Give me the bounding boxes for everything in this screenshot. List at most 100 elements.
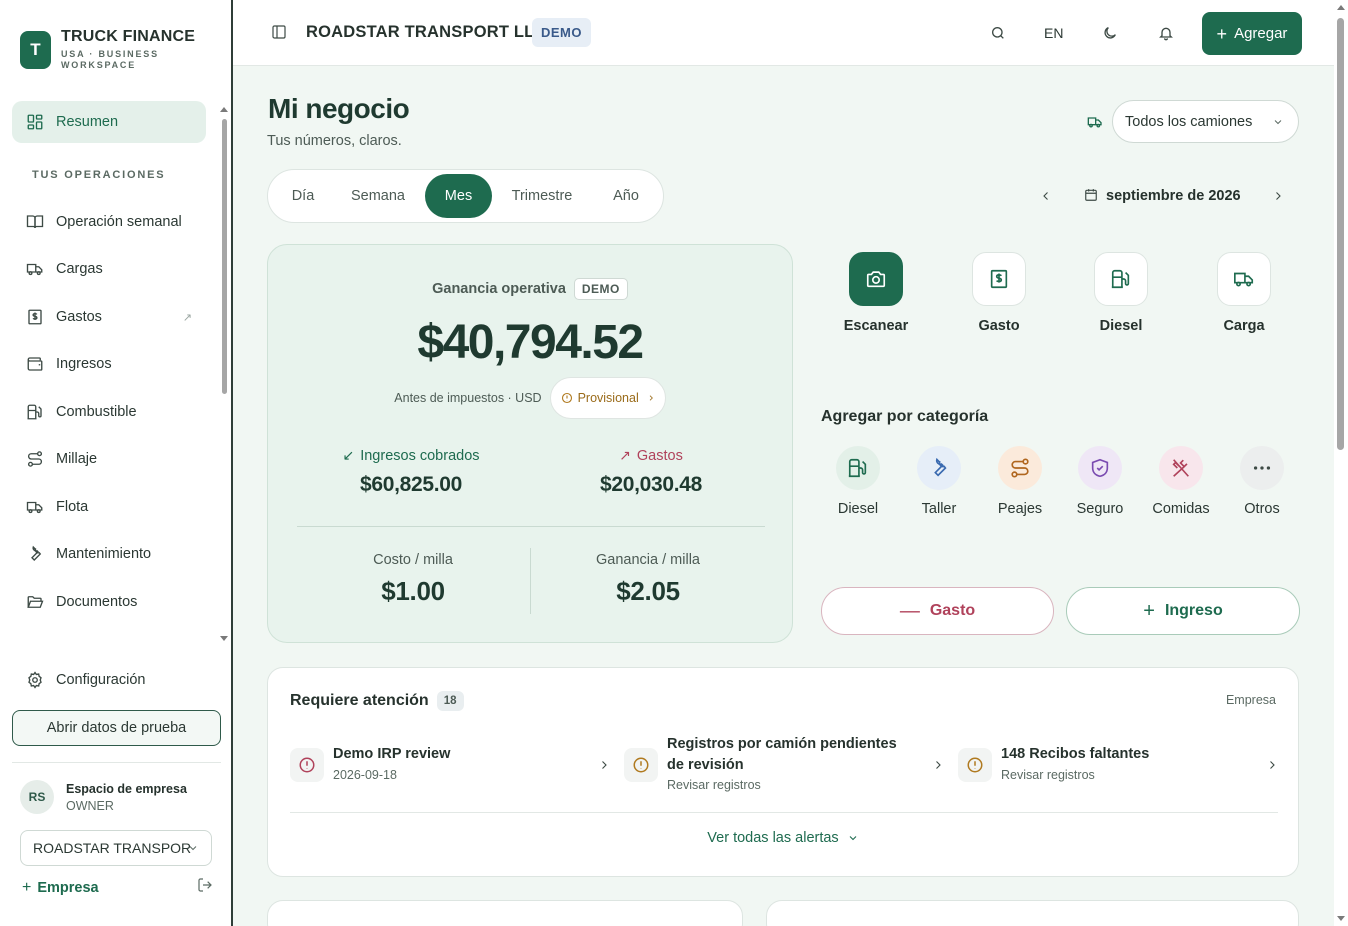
wrench-icon	[934, 457, 947, 477]
chevron-down-icon	[1274, 120, 1282, 125]
chevron-down-icon	[849, 836, 857, 841]
page-subtitle: Tus números, claros.	[267, 133, 402, 149]
sidebar-item-millaje[interactable]: Millaje	[12, 438, 206, 480]
sidebar-section-label: TUS OPERACIONES	[32, 169, 166, 181]
sidebar-nav: Resumen TUS OPERACIONES Operación semana…	[0, 100, 218, 645]
category-peajes[interactable]: Peajes	[980, 446, 1060, 517]
bell-icon[interactable]	[1158, 25, 1174, 41]
sidebar-item-mantenimiento[interactable]: Mantenimiento	[12, 533, 206, 575]
alert-item[interactable]: Demo IRP review 2026-09-18	[290, 734, 610, 796]
sidebar-item-resumen[interactable]: Resumen	[12, 101, 206, 143]
alert-circle-icon	[299, 757, 315, 773]
scroll-down-icon[interactable]	[220, 636, 228, 641]
sidebar-toggle-icon[interactable]	[271, 24, 287, 40]
tab-dia[interactable]: Día	[272, 174, 334, 218]
chevron-right-icon	[1270, 761, 1275, 769]
sidebar-item-gastos[interactable]: Gastos ↗	[12, 296, 206, 338]
tab-mes[interactable]: Mes	[425, 174, 492, 218]
scroll-up-icon[interactable]	[220, 107, 228, 112]
open-demo-data-button[interactable]: Abrir datos de prueba	[12, 710, 221, 746]
scroll-up-icon[interactable]	[1337, 5, 1345, 10]
sidebar-item-operacion-semanal[interactable]: Operación semanal	[12, 201, 206, 243]
expense-label: Gastos	[636, 447, 683, 464]
sidebar-item-ingresos[interactable]: Ingresos	[12, 343, 206, 385]
sidebar-item-combustible[interactable]: Combustible	[12, 391, 206, 433]
quick-action-load[interactable]: Carga	[1194, 252, 1294, 334]
minus-icon: —	[899, 600, 920, 622]
brand-logo: T	[20, 30, 51, 69]
sidebar-scrollbar[interactable]	[219, 104, 229, 644]
sidebar-item-documentos[interactable]: Documentos	[12, 581, 206, 623]
scrollbar-thumb[interactable]	[222, 119, 227, 394]
arrow-down-left-icon: ↙	[342, 447, 355, 463]
add-company-button[interactable]: + Empresa	[22, 879, 99, 897]
more-icon	[1253, 466, 1271, 470]
expense-quick-button[interactable]	[972, 252, 1026, 306]
category-icon-circle[interactable]	[836, 446, 880, 490]
attention-title: Requiere atención	[290, 692, 429, 709]
sidebar-item-label: Ingresos	[56, 356, 112, 372]
chevron-left-icon[interactable]	[1040, 188, 1052, 204]
category-seguro[interactable]: Seguro	[1060, 446, 1140, 517]
demo-badge: DEMO	[573, 278, 628, 300]
plus-icon: +	[22, 879, 32, 896]
brand[interactable]: T TRUCK FINANCE USA · BUSINESS WORKSPACE	[20, 28, 195, 71]
quick-action-scan[interactable]: Escanear	[826, 252, 926, 334]
alert-item[interactable]: Registros por camión pendientes de revis…	[624, 734, 944, 796]
calendar-icon	[1085, 189, 1097, 201]
scroll-down-icon[interactable]	[1337, 916, 1345, 921]
add-button-label: Agregar	[1234, 25, 1288, 42]
add-button[interactable]: + Agregar	[1202, 12, 1302, 55]
load-quick-button[interactable]	[1217, 252, 1271, 306]
scrollbar-thumb[interactable]	[1337, 18, 1344, 450]
category-comidas[interactable]: Comidas	[1141, 446, 1221, 517]
scan-button[interactable]	[849, 252, 903, 306]
alert-circle-icon	[633, 757, 649, 773]
chevron-right-icon[interactable]	[1272, 188, 1284, 204]
tab-ano[interactable]: Año	[598, 174, 654, 218]
sidebar-item-label: Resumen	[56, 114, 119, 130]
category-icon-circle[interactable]	[1159, 446, 1203, 490]
diesel-quick-button[interactable]	[1094, 252, 1148, 306]
sidebar-item-configuracion[interactable]: Configuración	[12, 660, 206, 700]
category-icon-circle[interactable]	[917, 446, 961, 490]
main-scrollbar[interactable]	[1334, 0, 1348, 926]
quick-action-diesel[interactable]: Diesel	[1071, 252, 1171, 334]
company-select[interactable]: ROADSTAR TRANSPOR	[20, 830, 212, 866]
moon-icon[interactable]	[1102, 25, 1118, 41]
profit-note: Antes de impuestos · USD	[394, 391, 542, 405]
search-icon[interactable]	[990, 25, 1006, 41]
workspace-title: Espacio de empresa	[66, 781, 187, 796]
gear-icon	[28, 671, 42, 689]
logout-icon[interactable]	[197, 877, 213, 893]
truck-filter-select[interactable]: Todos los camiones	[1112, 100, 1299, 143]
see-all-alerts-link[interactable]: Ver todas las alertas	[268, 830, 1298, 846]
category-taller[interactable]: Taller	[899, 446, 979, 517]
category-label: Otros	[1244, 501, 1280, 517]
category-icon-circle[interactable]	[1078, 446, 1122, 490]
category-diesel[interactable]: Diesel	[818, 446, 898, 517]
sidebar-item-flota[interactable]: Flota	[12, 486, 206, 528]
truck-icon	[1087, 117, 1102, 128]
quick-action-expense[interactable]: Gasto	[949, 252, 1049, 334]
add-income-button[interactable]: + Ingreso	[1066, 587, 1300, 635]
category-icon-circle[interactable]	[998, 446, 1042, 490]
camera-icon	[866, 271, 886, 288]
cost-per-mile-value: $1.00	[381, 576, 445, 606]
topbar: ROADSTAR TRANSPORT LLC DEMO EN + Agregar	[233, 0, 1334, 66]
language-toggle[interactable]: EN	[1044, 25, 1063, 41]
category-otros[interactable]: Otros	[1222, 446, 1302, 517]
provisional-status-pill[interactable]: Provisional	[549, 377, 666, 419]
alert-item[interactable]: 148 Recibos faltantes Revisar registros	[958, 734, 1278, 796]
profit-per-mile-value: $2.05	[616, 576, 680, 606]
add-expense-button[interactable]: — Gasto	[821, 587, 1054, 635]
tab-semana[interactable]: Semana	[340, 174, 416, 218]
sidebar-item-cargas[interactable]: Cargas	[12, 248, 206, 290]
attention-card: Requiere atención 18 Empresa Demo IRP re…	[267, 667, 1299, 877]
route-icon	[27, 451, 43, 467]
category-icon-circle[interactable]	[1240, 446, 1284, 490]
add-income-label: Ingreso	[1164, 602, 1223, 619]
shield-icon	[1091, 458, 1109, 478]
tab-trimestre[interactable]: Trimestre	[500, 174, 584, 218]
date-label[interactable]: septiembre de 2026	[1106, 188, 1241, 204]
